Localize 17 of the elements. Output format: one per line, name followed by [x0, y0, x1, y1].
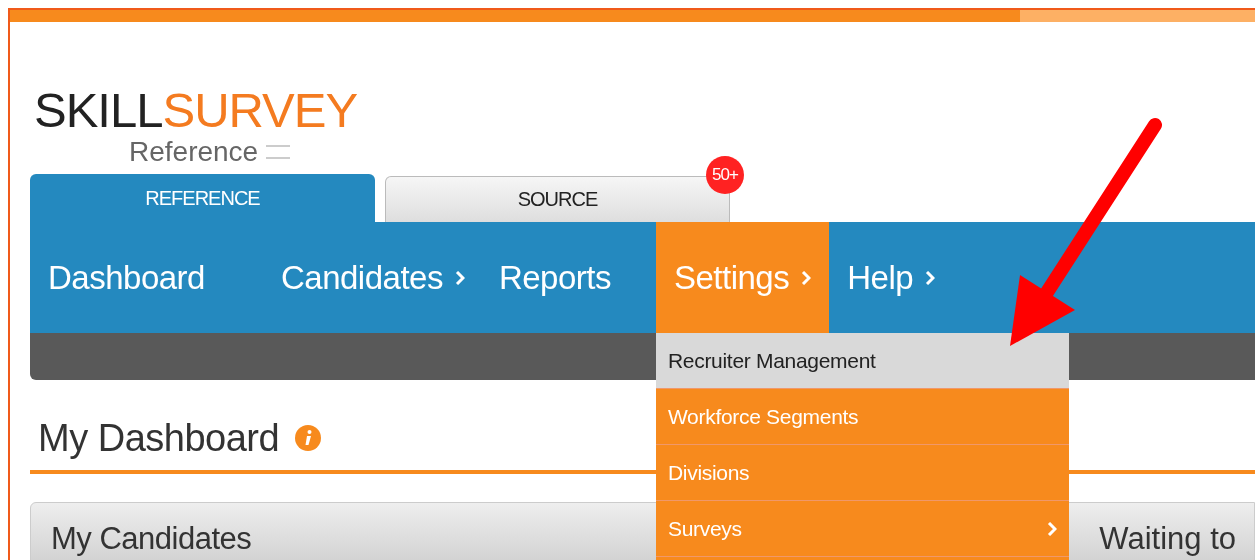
menu-item[interactable]: Workforce Segments [655, 389, 1069, 445]
menu-item[interactable]: Recruiter Management [655, 333, 1069, 389]
info-icon[interactable] [295, 425, 322, 451]
menu-item[interactable]: Divisions [655, 445, 1069, 501]
panel-title: My Candidates [51, 521, 252, 557]
nav-item[interactable]: Reports [480, 222, 629, 333]
dash-lines-icon [266, 143, 293, 161]
product-tab[interactable]: REFERENCE [30, 174, 375, 222]
count-badge: 50+ [706, 156, 744, 194]
column-header: Waiting to [1099, 521, 1236, 557]
nav-item[interactable]: Settings [655, 222, 830, 333]
nav-item[interactable]: Help [829, 222, 954, 333]
nav-item[interactable]: Dashboard [30, 222, 223, 333]
logo-subtitle: Reference [129, 136, 259, 168]
page-title: My Dashboard [38, 416, 280, 460]
nav-item[interactable]: Candidates [262, 222, 483, 333]
logo-wordmark: SKILLSURVEY [34, 84, 359, 136]
